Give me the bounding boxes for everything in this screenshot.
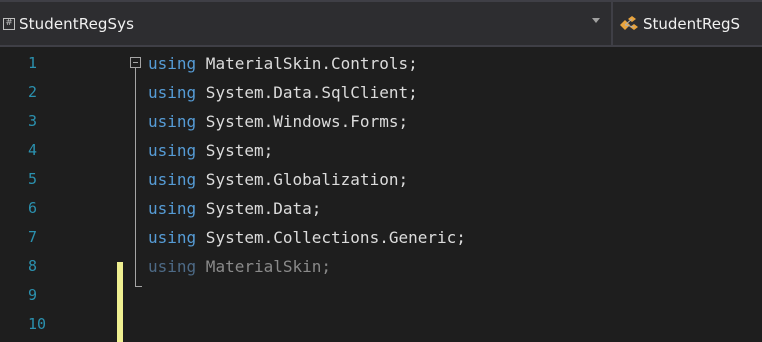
keyword: using bbox=[148, 170, 197, 189]
identifier: System.Globalization; bbox=[196, 170, 409, 189]
line-number: 2 bbox=[28, 83, 38, 101]
navigation-bar: # StudentRegSys StudentRegS bbox=[0, 0, 762, 47]
identifier: MaterialSkin.Controls; bbox=[196, 54, 418, 73]
change-indicator-bar bbox=[117, 262, 123, 342]
line-number: 3 bbox=[28, 112, 38, 130]
keyword: using bbox=[148, 54, 197, 73]
keyword: using bbox=[148, 199, 197, 218]
code-text[interactable]: using System.Data.SqlClient; bbox=[148, 78, 418, 107]
identifier: System; bbox=[196, 141, 274, 160]
keyword: using bbox=[148, 257, 197, 276]
project-name: StudentRegSys bbox=[19, 14, 135, 33]
class-dropdown[interactable]: StudentRegS bbox=[612, 1, 762, 46]
line-number: 1 bbox=[28, 54, 38, 72]
code-text[interactable]: using System.Data; bbox=[148, 194, 321, 223]
code-line: 3 using System.Windows.Forms; bbox=[0, 107, 762, 136]
code-line: 1 using MaterialSkin.Controls; bbox=[0, 49, 762, 78]
keyword: using bbox=[148, 228, 197, 247]
code-line: 5 using System.Globalization; bbox=[0, 165, 762, 194]
code-text[interactable]: using System.Collections.Generic; bbox=[148, 223, 466, 252]
code-line: 2 using System.Data.SqlClient; bbox=[0, 78, 762, 107]
project-dropdown[interactable]: # StudentRegSys bbox=[0, 1, 612, 46]
line-number: 5 bbox=[28, 170, 38, 188]
line-number: 10 bbox=[28, 315, 47, 333]
code-line: 4 using System; bbox=[0, 136, 762, 165]
code-text[interactable]: using MaterialSkin.Controls; bbox=[148, 49, 418, 78]
identifier: System.Windows.Forms; bbox=[196, 112, 409, 131]
chevron-down-icon[interactable] bbox=[592, 18, 600, 23]
line-number: 4 bbox=[28, 141, 38, 159]
code-text[interactable]: using System.Windows.Forms; bbox=[148, 107, 408, 136]
class-icon bbox=[620, 15, 638, 30]
code-line-unused: 8 using MaterialSkin; bbox=[0, 252, 762, 281]
code-line: 6 using System.Data; bbox=[0, 194, 762, 223]
code-line: 7 using System.Collections.Generic; bbox=[0, 223, 762, 252]
keyword: using bbox=[148, 83, 197, 102]
code-editor-window: # StudentRegSys StudentRegS 1 using Mate… bbox=[0, 0, 762, 342]
collapse-icon[interactable] bbox=[130, 57, 141, 68]
outline-guide-end bbox=[135, 286, 142, 287]
code-text[interactable]: using System; bbox=[148, 136, 273, 165]
class-name: StudentRegS bbox=[643, 14, 741, 33]
identifier: MaterialSkin; bbox=[196, 257, 332, 276]
code-text[interactable]: using MaterialSkin; bbox=[148, 252, 331, 281]
identifier: System.Data.SqlClient; bbox=[196, 83, 418, 102]
line-number: 9 bbox=[28, 286, 38, 304]
identifier: System.Collections.Generic; bbox=[196, 228, 466, 247]
csharp-project-icon: # bbox=[3, 17, 15, 30]
line-number: 8 bbox=[28, 257, 38, 275]
code-text[interactable]: using System.Globalization; bbox=[148, 165, 408, 194]
keyword: using bbox=[148, 112, 197, 131]
line-number: 6 bbox=[28, 199, 38, 217]
outline-guide bbox=[135, 68, 136, 286]
code-line: 9 bbox=[0, 281, 762, 310]
line-number: 7 bbox=[28, 228, 38, 246]
keyword: using bbox=[148, 141, 197, 160]
code-line: 10 bbox=[0, 310, 762, 339]
code-editor[interactable]: 1 using MaterialSkin.Controls; 2 using S… bbox=[0, 47, 762, 342]
identifier: System.Data; bbox=[196, 199, 322, 218]
